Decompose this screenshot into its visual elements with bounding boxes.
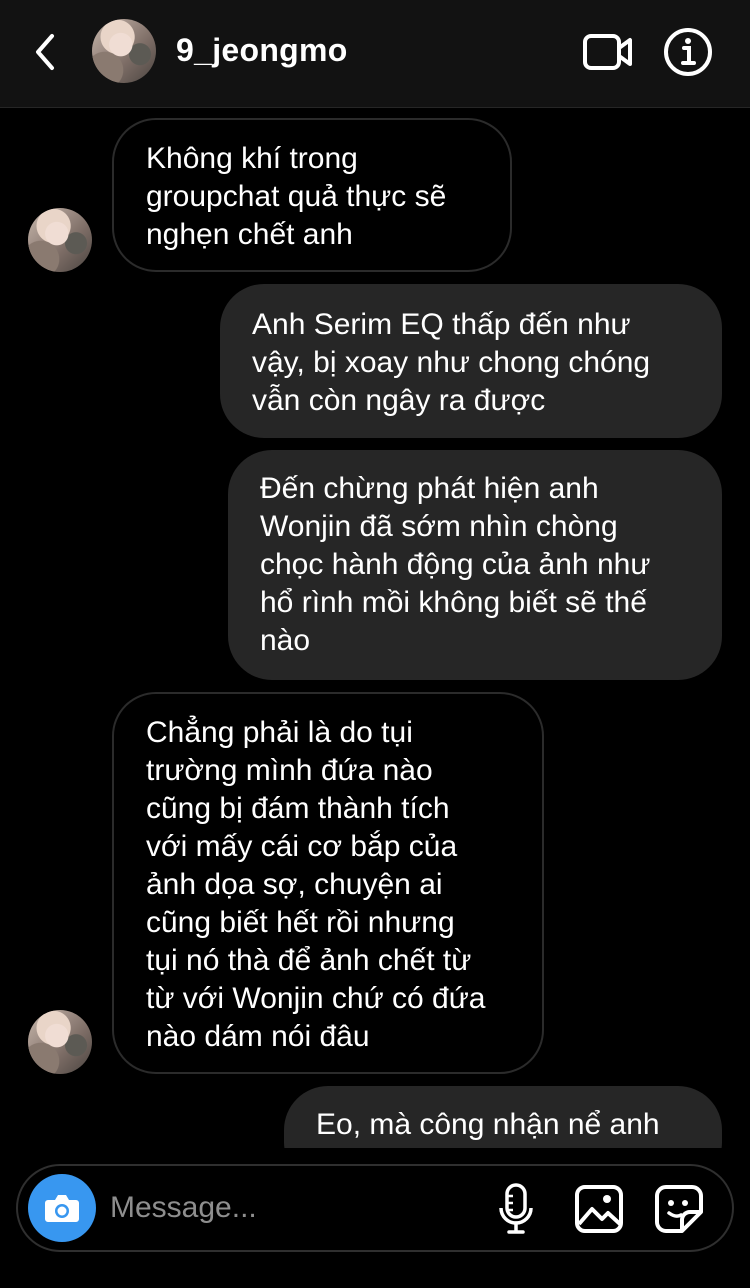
message-bubble-received[interactable]: Chẳng phải là do tụi trường mình đứa nào…: [112, 692, 544, 1074]
voice-message-button[interactable]: [498, 1182, 534, 1236]
message-bubble-sent[interactable]: Anh Serim EQ thấp đến như vậy, bị xoay n…: [220, 284, 722, 438]
message-clip: Eo, mà công nhận nể anh: [0, 1084, 750, 1148]
contact-avatar[interactable]: [92, 19, 156, 83]
video-call-button[interactable]: [580, 28, 636, 76]
message-bubble-sent[interactable]: Eo, mà công nhận nể anh: [284, 1086, 722, 1148]
message-composer: [16, 1164, 734, 1252]
message-text: Chẳng phải là do tụi trường mình đứa nào…: [146, 716, 486, 1053]
message-input[interactable]: [110, 1186, 470, 1230]
image-icon: [575, 1185, 623, 1233]
message-text: Không khí trong groupchat quả thực sẽ ng…: [146, 142, 447, 251]
sender-avatar[interactable]: [28, 1010, 92, 1074]
back-button[interactable]: [26, 30, 66, 74]
message-text: Eo, mà công nhận nể anh: [316, 1108, 660, 1141]
gallery-button[interactable]: [574, 1184, 624, 1234]
sticker-icon: [655, 1185, 703, 1233]
camera-button[interactable]: [28, 1174, 96, 1242]
camera-icon: [45, 1195, 79, 1222]
microphone-icon: [499, 1183, 533, 1234]
message-text: Anh Serim EQ thấp đến như vậy, bị xoay n…: [252, 308, 651, 417]
message-text: Đến chừng phát hiện anh Wonjin đã sớm nh…: [260, 472, 651, 657]
sticker-button[interactable]: [654, 1184, 704, 1234]
contact-username[interactable]: 9_jeongmo: [176, 28, 348, 72]
chevron-left-icon: [36, 34, 54, 70]
message-bubble-received[interactable]: Không khí trong groupchat quả thực sẽ ng…: [112, 118, 512, 272]
sender-avatar[interactable]: [28, 208, 92, 272]
info-icon: [664, 28, 712, 76]
video-camera-icon: [583, 34, 632, 70]
info-button[interactable]: [662, 26, 714, 78]
chat-header: 9_jeongmo: [0, 0, 750, 108]
message-bubble-sent[interactable]: Đến chừng phát hiện anh Wonjin đã sớm nh…: [228, 450, 722, 680]
